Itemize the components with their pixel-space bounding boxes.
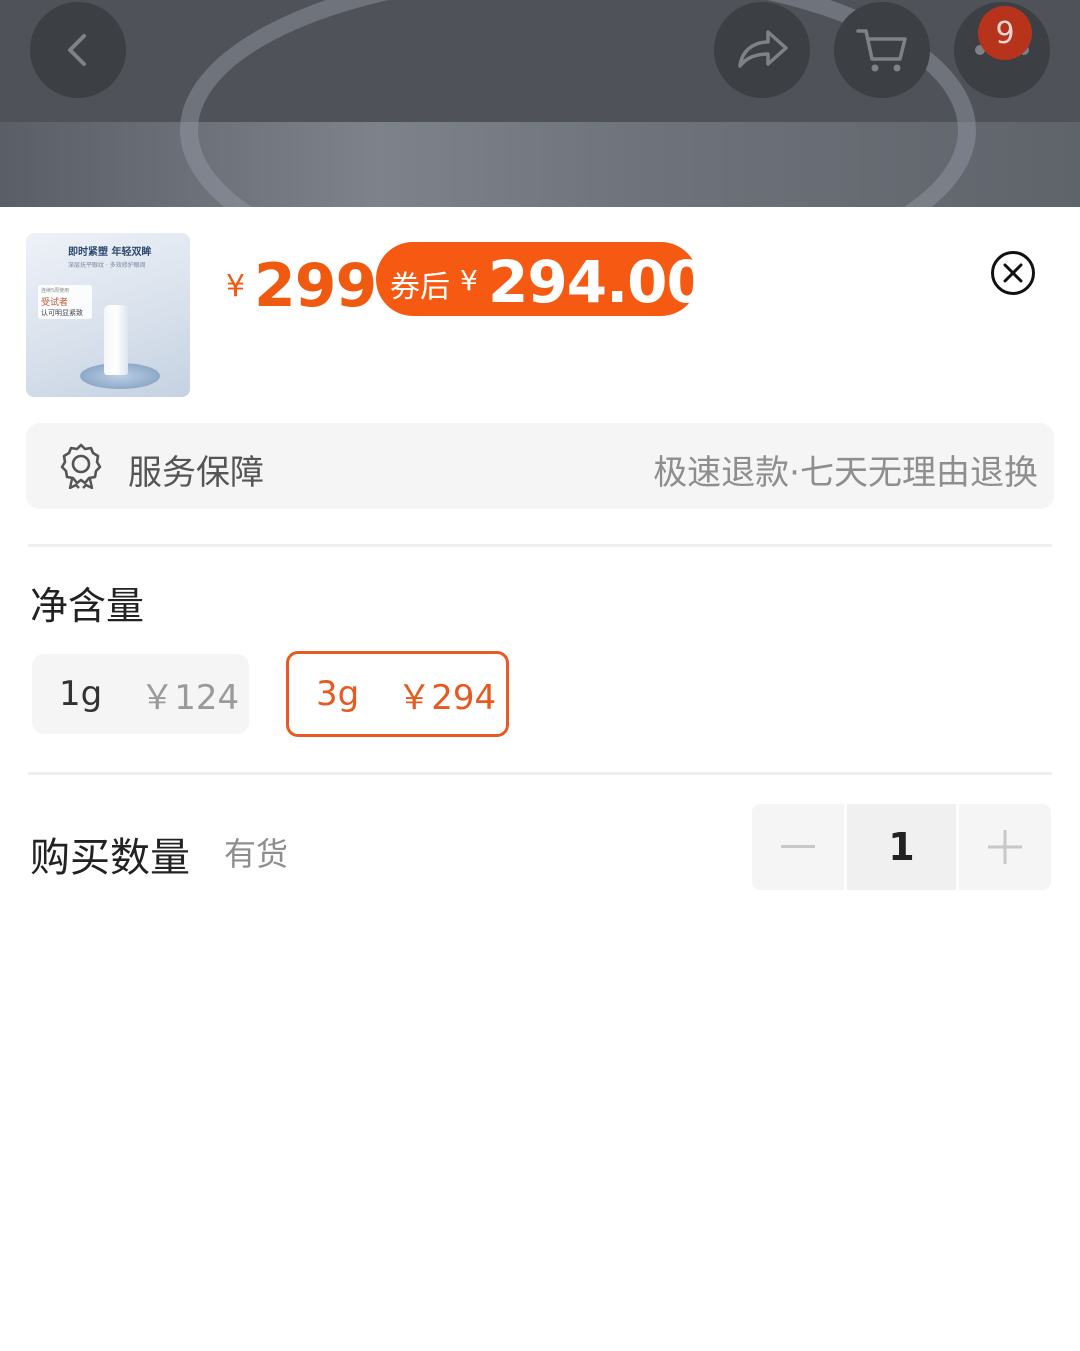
product-hero-image	[0, 0, 1080, 207]
page-backdrop: 9	[0, 0, 1080, 207]
coupon-currency: ¥	[460, 264, 478, 297]
coupon-label: 券后	[390, 270, 450, 305]
close-circle-icon	[991, 251, 1035, 295]
share-button[interactable]	[714, 2, 810, 98]
minus-icon	[781, 845, 815, 848]
cart-button[interactable]	[834, 2, 930, 98]
award-badge-icon	[60, 443, 102, 489]
sku-name: 3g	[316, 674, 360, 714]
sku-selector-sheet: 即时紧塑 年轻双眸 深层抚平眼纹 · 多效修护眼周 连续5周使用 受试者 认可明…	[0, 207, 1080, 1351]
back-button[interactable]	[30, 2, 126, 98]
thumbnail-bottle	[104, 305, 128, 375]
quantity-increase-button[interactable]	[959, 804, 1051, 890]
price-currency: ¥	[226, 269, 246, 304]
sku-option-1g[interactable]: 1g ￥124	[32, 654, 249, 734]
plus-icon	[988, 830, 1022, 864]
quantity-input[interactable]: 1	[847, 804, 956, 890]
stock-status: 有货	[224, 835, 289, 873]
quantity-label: 购买数量	[30, 835, 190, 881]
service-guarantee-row[interactable]: 服务保障 极速退款·七天无理由退换	[26, 423, 1054, 509]
spec-section-title: 净含量	[30, 584, 145, 628]
thumbnail-label: 受试者	[41, 298, 69, 308]
price: 299	[254, 251, 377, 321]
sku-option-3g-selected[interactable]: 3g ￥294	[286, 651, 509, 737]
product-thumbnail: 即时紧塑 年轻双眸 深层抚平眼纹 · 多效修护眼周 连续5周使用 受试者 认可明…	[26, 233, 190, 397]
sku-price: ￥124	[140, 677, 240, 718]
thumbnail-subline: 深层抚平眼纹 · 多效修护眼周	[68, 262, 146, 269]
divider	[28, 772, 1052, 775]
thumbnail-note: 连续5周使用	[41, 288, 70, 294]
coupon-price: 294.00	[488, 248, 707, 316]
service-title: 服务保障	[128, 453, 264, 493]
quantity-decrease-button[interactable]	[752, 804, 844, 890]
shopping-cart-icon	[856, 29, 907, 72]
coupon-price-badge: 券后 ¥ 294.00	[376, 242, 707, 316]
thumbnail-headline: 即时紧塑 年轻双眸	[68, 247, 152, 258]
notification-badge: 9	[978, 6, 1032, 60]
service-tags: 极速退款·七天无理由退换	[653, 453, 1038, 493]
sku-price: ￥294	[397, 677, 497, 718]
close-button[interactable]	[990, 250, 1036, 296]
share-arrow-icon	[738, 30, 788, 68]
divider	[28, 544, 1052, 547]
thumbnail-claim: 认可明显紧致	[41, 309, 83, 317]
sku-name: 1g	[59, 674, 103, 714]
chevron-left-icon	[68, 34, 86, 66]
